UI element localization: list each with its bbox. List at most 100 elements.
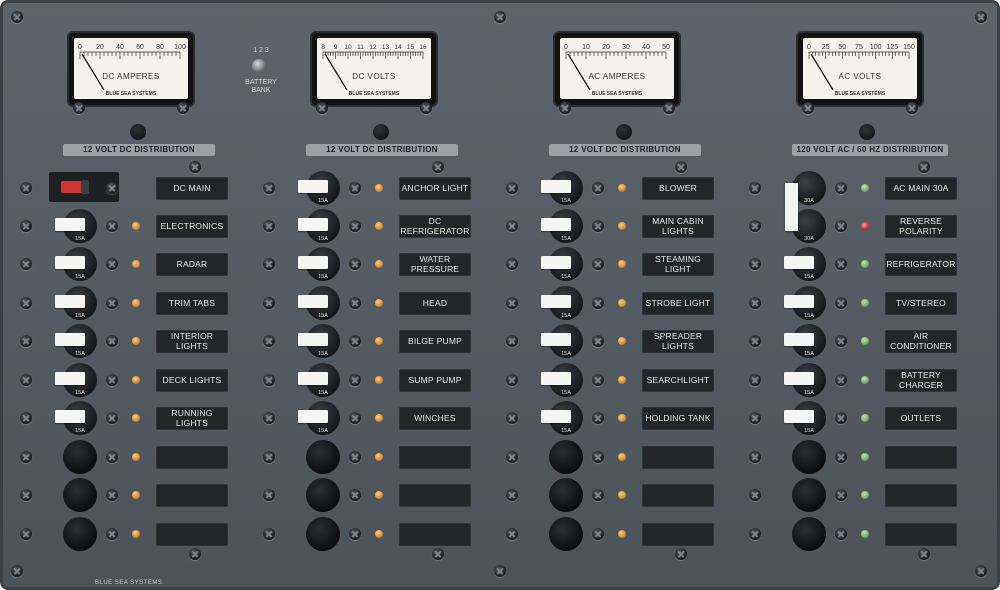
meter-label: DC AMPERES (102, 72, 160, 81)
battery-bank-switch[interactable] (252, 59, 266, 73)
meter-adjust-knob[interactable] (616, 124, 632, 140)
breaker-rating: 15A (804, 390, 814, 396)
breaker-handle[interactable] (541, 218, 571, 231)
rail-screw-icon (263, 182, 275, 194)
breaker-handle[interactable] (298, 372, 328, 385)
breaker-handle[interactable] (298, 218, 328, 231)
indicator-led (861, 337, 869, 345)
rail-screw-icon (592, 528, 604, 540)
rail-screw-icon (592, 258, 604, 270)
breaker-handle[interactable] (55, 295, 85, 308)
breaker-handle[interactable] (298, 295, 328, 308)
breaker-rating: 30A (804, 236, 814, 242)
circuit-label: STEAMING LIGHT (642, 253, 714, 276)
rail-screw-icon (918, 161, 930, 173)
breaker-handle[interactable] (541, 295, 571, 308)
rail-screw-icon (835, 220, 847, 232)
breaker-handle[interactable] (55, 256, 85, 269)
breaker-handle[interactable] (784, 256, 814, 269)
meter-adjust-knob[interactable] (130, 124, 146, 140)
breaker-handle[interactable] (55, 410, 85, 423)
rail-screw-icon (835, 528, 847, 540)
rail-screw-icon (349, 335, 361, 347)
rail-screw-icon (506, 335, 518, 347)
indicator-led (375, 376, 383, 384)
breaker-handle[interactable] (784, 372, 814, 385)
rail-screw-icon (349, 258, 361, 270)
meter-adjust-knob[interactable] (373, 124, 389, 140)
meter-tick-label: 10 (582, 44, 590, 51)
meter-tick-label: 15 (407, 44, 415, 51)
indicator-led (861, 530, 869, 538)
breaker-rating: 15A (561, 428, 571, 434)
breaker-handle[interactable] (541, 372, 571, 385)
rail-screw-icon (20, 451, 32, 463)
indicator-led (375, 184, 383, 192)
circuit-label: REFRIGERATOR (885, 253, 957, 276)
rail-screw-icon (263, 412, 275, 424)
meter-label: AC VOLTS (838, 72, 882, 81)
breaker-handle[interactable] (784, 410, 814, 423)
meter-adjust-knob[interactable] (859, 124, 875, 140)
meter-screw-icon (177, 102, 189, 114)
blank-breaker-plug (63, 517, 97, 551)
breaker-rating: 15A (75, 351, 85, 357)
rail-screw-icon (749, 451, 761, 463)
circuit-label: BLOWER (642, 177, 714, 200)
rail-screw-icon (263, 374, 275, 386)
blank-breaker-plug (792, 517, 826, 551)
breaker-handle[interactable] (298, 256, 328, 269)
blank-breaker-plug (549, 478, 583, 512)
breaker-rating: 15A (561, 198, 571, 204)
breaker-rating: 15A (318, 274, 328, 280)
breaker-handle[interactable] (55, 218, 85, 231)
ac-main-handle[interactable] (785, 183, 798, 231)
rail-screw-icon (592, 220, 604, 232)
dc-main-lever[interactable] (61, 181, 83, 193)
breaker-rating: 15A (561, 351, 571, 357)
meter-brand: BLUE SEA SYSTEMS (834, 91, 886, 97)
indicator-led (861, 184, 869, 192)
rail-screw-icon (20, 220, 32, 232)
rail-screw-icon (106, 374, 118, 386)
indicator-led (132, 337, 140, 345)
breaker-handle[interactable] (541, 180, 571, 193)
meter-face: 8 9 10 11 12 13 14 15 16 DC VOLTS BLUE SEA SYSTEMS (317, 38, 431, 99)
rail-screw-icon (349, 297, 361, 309)
circuit-label: BATTERY CHARGER (885, 369, 957, 392)
breaker-handle[interactable] (784, 295, 814, 308)
rail-screw-icon (263, 220, 275, 232)
breaker-rating: 15A (318, 351, 328, 357)
breaker-handle[interactable] (55, 333, 85, 346)
breaker-rating: 15A (75, 274, 85, 280)
breaker-handle[interactable] (55, 372, 85, 385)
rail-screw-icon (349, 451, 361, 463)
rail-screw-icon (432, 548, 444, 560)
mounting-screw-icon (494, 565, 506, 577)
breaker-handle[interactable] (784, 333, 814, 346)
rail-screw-icon (20, 258, 32, 270)
indicator-led (618, 260, 626, 268)
circuit-label: OUTLETS (885, 407, 957, 430)
meter-face: 0 25 50 75 100 125 150 AC VOLTS BLUE SEA SYSTEMS (803, 38, 917, 99)
breaker-handle[interactable] (298, 180, 328, 193)
indicator-led (618, 337, 626, 345)
rail-screw-icon (20, 489, 32, 501)
breaker-handle[interactable] (541, 256, 571, 269)
circuit-label: BILGE PUMP (399, 330, 471, 353)
rail-screw-icon (189, 161, 201, 173)
breaker-handle[interactable] (541, 410, 571, 423)
meter-tick-label: 9 (334, 44, 338, 51)
rail-screw-icon (349, 528, 361, 540)
breaker-handle[interactable] (298, 333, 328, 346)
breaker-handle[interactable] (541, 333, 571, 346)
column-header: 12 VOLT DC DISTRIBUTION (306, 144, 458, 156)
meter-tick-label: 30 (622, 44, 630, 51)
rail-screw-icon (106, 220, 118, 232)
breaker-handle[interactable] (298, 410, 328, 423)
meter-scale: 0 25 50 75 100 125 150 (807, 44, 915, 91)
circuit-label: TV/STEREO (885, 292, 957, 315)
indicator-led (375, 453, 383, 461)
indicator-led (861, 453, 869, 461)
circuit-label (156, 523, 228, 546)
